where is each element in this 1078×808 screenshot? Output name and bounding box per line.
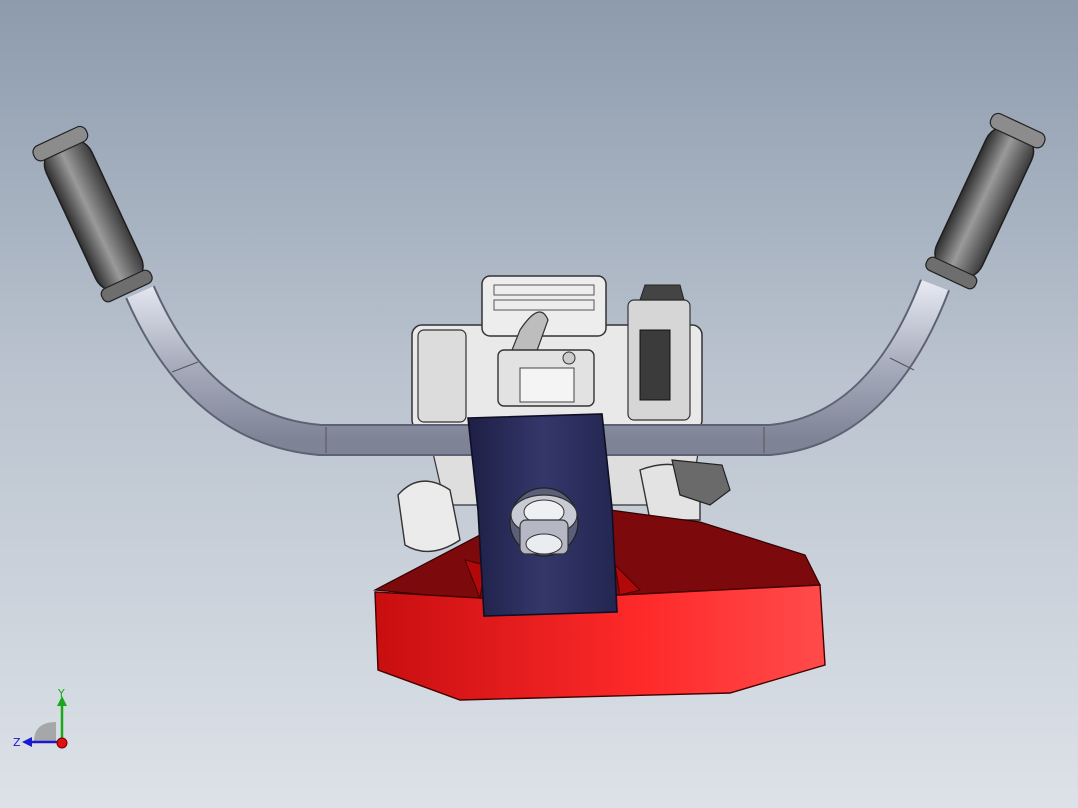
right-grip[interactable] — [922, 111, 1047, 291]
z-axis-label: Z — [13, 736, 21, 749]
graphics-viewport[interactable]: Y Z — [0, 0, 1078, 808]
left-grip[interactable] — [31, 124, 156, 304]
x-axis-icon — [56, 737, 68, 749]
model-view[interactable] — [0, 0, 1078, 808]
mounting-plate[interactable] — [467, 413, 618, 617]
y-axis-label: Y — [57, 687, 65, 700]
triad-arc-icon — [34, 722, 56, 742]
orientation-triad[interactable]: Y Z — [12, 684, 82, 754]
